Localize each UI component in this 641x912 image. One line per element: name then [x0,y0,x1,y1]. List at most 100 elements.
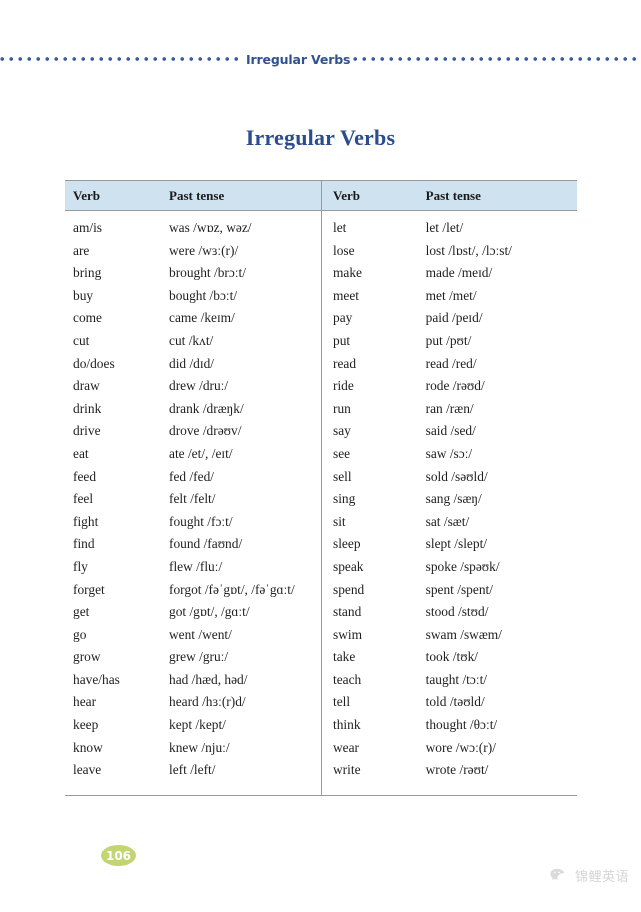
verb-cell: pay [333,310,353,326]
past-tense-cell: went /went/ [169,626,232,642]
past-tense-cell: put /pʊt/ [425,332,472,348]
past-tense-cell: felt /felt/ [169,491,216,507]
table-row: keep kept /kept/ [65,717,321,740]
verb-cell: sit [333,513,346,529]
dotted-rule-left [0,48,243,70]
irregular-verbs-table: Verb Past tense Verb Past tense am/is was… [65,180,577,796]
past-tense-cell: flew /fluː/ [169,558,223,574]
running-header: Irregular Verbs [0,48,641,70]
table-row: draw drew /druː/ [65,378,321,401]
page-number-badge: 106 [101,845,136,866]
verb-cell: run [333,400,351,416]
table-row: cut cut /kʌt/ [65,333,321,356]
table-row: tell told /təʊld/ [322,694,577,717]
table-row: put put /pʊt/ [322,333,577,356]
past-tense-cell: sat /sæt/ [425,513,470,529]
verb-cell: swim [333,626,363,642]
table-row: hear heard /hɜː(r)d/ [65,694,321,717]
table-row: take took /tʊk/ [322,649,577,672]
past-tense-cell: did /dɪd/ [169,355,215,371]
table-row: are were /wɜː(r)/ [65,243,321,266]
past-tense-cell: stood /stʊd/ [425,604,489,620]
verb-cell: think [333,717,361,733]
verb-cell: bring [73,265,102,281]
verb-cell: drive [73,423,101,439]
past-tense-cell: spoke /spəʊk/ [425,558,500,574]
past-tense-cell: sang /sæŋ/ [425,491,482,507]
verb-cell: tell [333,694,351,710]
running-header-title: Irregular Verbs [246,51,351,67]
past-tense-cell: made /meɪd/ [425,265,493,281]
column-header-past-tense-left: Past tense [169,187,225,203]
past-tense-cell: was /wɒz, wəz/ [169,220,252,235]
past-tense-cell: drove /drəʊv/ [169,423,242,439]
table-rows-right: let let /let/lose lost /lɒst/, /lɔːst/make… [322,211,577,795]
verb-cell: stand [333,604,362,620]
past-tense-cell: saw /sɔː/ [425,445,473,461]
watermark-text: 锦鲤英语 [574,870,629,885]
verb-cell: make [333,265,362,281]
table-row: lose lost /lɒst/, /lɔːst/ [322,243,577,266]
verb-cell: sing [333,491,356,507]
verb-cell: eat [73,445,89,461]
verb-cell: let [333,220,347,235]
verb-cell: feed [73,468,97,484]
table-header-left-half: Verb Past tense [65,181,321,210]
table-row: run ran /ræn/ [322,401,577,424]
column-header-verb-right: Verb [333,187,360,203]
verb-cell: read [333,355,357,371]
table-row: forget forgot /fəˈgɒt/, /fəˈgɑːt/ [65,582,321,605]
table-row: come came /keɪm/ [65,310,321,333]
verb-cell: speak [333,558,364,574]
past-tense-cell: got /gɒt/, /gɑːt/ [169,604,250,620]
verb-cell: wear [333,739,360,755]
table-row: feel felt /felt/ [65,491,321,514]
verb-cell: do/does [73,355,115,371]
table-row: sleep slept /slept/ [322,536,577,559]
past-tense-cell: bought /bɔːt/ [169,287,238,303]
table-row: speak spoke /spəʊk/ [322,559,577,582]
past-tense-cell: grew /gruː/ [169,649,229,665]
table-left-half: am/is was /wɒz, wəz/are were /wɜː(r)/ bring… [65,211,321,795]
verb-cell: grow [73,649,101,665]
table-row: write wrote /rəʊt/ [322,762,577,785]
verb-cell: buy [73,287,94,303]
verb-cell: come [73,310,102,326]
past-tense-cell: kept /kept/ [169,717,226,733]
page-title: Irregular Verbs [245,124,396,150]
table-row: eat ate /et/, /eɪt/ [65,446,321,469]
verb-cell: teach [333,671,362,687]
verb-cell: leave [73,762,102,778]
verb-cell: feel [73,491,94,507]
past-tense-cell: wrote /rəʊt/ [425,762,489,778]
column-header-verb-left: Verb [73,187,100,203]
past-tense-cell: brought /brɔːt/ [169,265,246,281]
table-row: swim swam /swæm/ [322,627,577,650]
past-tense-cell: lost /lɒst/, /lɔːst/ [425,242,512,258]
table-body: am/is was /wɒz, wəz/are were /wɜː(r)/ bring… [65,211,577,795]
verb-cell: fight [73,513,99,529]
verb-cell: get [73,604,90,620]
table-row: get got /gɒt/, /gɑːt/ [65,604,321,627]
past-tense-cell: ran /ræn/ [425,400,474,416]
table-right-half: let let /let/lose lost /lɒst/, /lɔːst/make… [321,211,577,795]
verb-cell: say [333,423,351,439]
table-row: pay paid /peɪd/ [322,310,577,333]
verb-cell: spend [333,581,365,597]
past-tense-cell: were /wɜː(r)/ [169,242,239,258]
verb-cell: am/is [73,220,103,235]
verb-cell: put [333,332,351,348]
past-tense-cell: wore /wɔː(r)/ [425,739,496,755]
verb-cell: take [333,649,356,665]
table-row: leave left /left/ [65,762,321,785]
table-row: spend spent /spent/ [322,582,577,605]
table-row: make made /meɪd/ [322,265,577,288]
column-header-past-tense-right: Past tense [425,187,481,203]
table-row: bring brought /brɔːt/ [65,265,321,288]
past-tense-cell: let /let/ [425,220,464,235]
past-tense-cell: drew /druː/ [169,378,229,394]
past-tense-cell: found /faʊnd/ [169,536,243,552]
table-rows-left: am/is was /wɒz, wəz/are were /wɜː(r)/ bring… [65,211,321,795]
past-tense-cell: slept /slept/ [425,536,488,552]
table-row: see saw /sɔː/ [322,446,577,469]
